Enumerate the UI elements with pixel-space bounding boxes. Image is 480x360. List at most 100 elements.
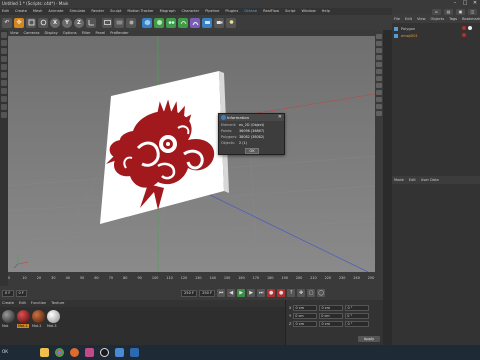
menu-motion-tracker[interactable]: Motion Tracker — [127, 8, 153, 15]
menu-window[interactable]: Window — [302, 8, 316, 15]
material-tag-icon[interactable] — [462, 26, 466, 30]
attribute-menu-mode[interactable]: Mode — [394, 176, 404, 184]
axis-z-button[interactable]: Z — [74, 17, 84, 28]
viewport-tool-icon[interactable] — [376, 83, 382, 88]
play-icon[interactable]: ▶ — [237, 289, 246, 297]
menu-mograph[interactable]: Mograph — [160, 8, 176, 15]
menu-create[interactable]: Create — [15, 8, 27, 15]
object-row[interactable]: Polygon — [394, 26, 415, 32]
scale-tool-icon[interactable] — [26, 17, 36, 28]
menu-octane[interactable]: Octane — [244, 8, 257, 15]
cinema4d-icon[interactable] — [100, 348, 109, 357]
previous-key-icon[interactable]: ◀ — [227, 289, 236, 297]
array-generator-icon[interactable] — [166, 17, 176, 28]
menu-sculpt[interactable]: Sculpt — [110, 8, 121, 15]
material-swatch[interactable] — [32, 310, 45, 323]
close-button[interactable]: ✕ — [472, 1, 478, 6]
material-swatch[interactable] — [2, 310, 15, 323]
light-icon[interactable] — [226, 17, 236, 28]
scale-key-icon[interactable]: ▢ — [307, 289, 316, 297]
go-to-start-icon[interactable]: ⏮ — [217, 289, 226, 297]
move-tool-icon[interactable]: ✥ — [14, 17, 24, 28]
material-menu-create[interactable]: Create — [2, 300, 14, 307]
viewport-tool-icon[interactable] — [376, 34, 382, 39]
viewport-tool-icon[interactable] — [376, 55, 382, 60]
object-menu-tags[interactable]: Tags — [449, 15, 457, 23]
object-menu-view[interactable]: View — [417, 15, 426, 23]
menu-simulate[interactable]: Simulate — [69, 8, 85, 15]
nurbs-icon[interactable] — [178, 17, 188, 28]
frame-start-field[interactable]: 0 F — [2, 289, 14, 297]
ok-button[interactable]: OK — [245, 148, 259, 154]
perspective-viewport[interactable] — [8, 36, 375, 272]
viewport-tool-icon[interactable] — [376, 69, 382, 74]
material-tag-icon[interactable] — [462, 33, 466, 37]
scene-icon[interactable] — [202, 17, 212, 28]
coord-rotation-field[interactable]: 0 ° — [345, 312, 370, 319]
viewport-tool-icon[interactable] — [376, 41, 382, 46]
app-icon[interactable] — [130, 348, 139, 357]
enable-axis-icon[interactable] — [1, 88, 7, 94]
cube-primitive-icon[interactable] — [142, 17, 152, 28]
rotate-tool-icon[interactable] — [38, 17, 48, 28]
menu-help[interactable]: Help — [322, 8, 330, 15]
frame-preview-start-field[interactable]: 0 F — [15, 289, 27, 297]
tweak-mode-icon[interactable] — [1, 96, 7, 102]
menu-mesh[interactable]: Mesh — [33, 8, 42, 15]
material-tag-icon[interactable] — [468, 26, 472, 30]
undo-icon[interactable]: ↶ — [2, 17, 12, 28]
viewport-tool-icon[interactable] — [376, 76, 382, 81]
frame-end-field[interactable]: 250 F — [199, 289, 216, 297]
lock-workplane-icon[interactable] — [1, 112, 7, 118]
coord-position-field[interactable]: 0 cm — [293, 304, 318, 311]
object-row[interactable]: emoji001 — [394, 33, 418, 39]
menu-pipeline[interactable]: Pipeline — [205, 8, 219, 15]
make-editable-icon[interactable] — [1, 32, 7, 38]
photos-icon[interactable] — [115, 348, 124, 357]
attribute-menu-user-data[interactable]: User Data — [421, 176, 439, 184]
render-picture-viewer-icon[interactable] — [114, 17, 124, 28]
object-menu-bookmarks[interactable]: Bookmarks — [462, 15, 480, 23]
position-key-icon[interactable]: ✥ — [297, 289, 306, 297]
next-key-icon[interactable]: ▶ — [247, 289, 256, 297]
material-swatch[interactable] — [17, 310, 30, 323]
camera-icon[interactable] — [214, 17, 224, 28]
deformer-icon[interactable] — [190, 17, 200, 28]
object-menu-edit[interactable]: Edit — [405, 15, 412, 23]
workplane-icon[interactable] — [1, 56, 7, 62]
rotation-key-icon[interactable]: ◯ — [317, 289, 326, 297]
edges-mode-icon[interactable] — [1, 72, 7, 78]
viewport-tool-icon[interactable] — [376, 62, 382, 67]
render-view-icon[interactable] — [102, 17, 112, 28]
menu-animate[interactable]: Animate — [48, 8, 63, 15]
snap-icon[interactable] — [1, 104, 7, 110]
render-settings-icon[interactable] — [126, 17, 136, 28]
coord-size-field[interactable]: 0 cm — [319, 320, 344, 327]
minimize-button[interactable]: – — [452, 1, 458, 6]
keyframe-selection-icon[interactable]: ? — [287, 289, 296, 297]
menu-script[interactable]: Script — [285, 8, 295, 15]
material-menu-texture[interactable]: Texture — [51, 300, 64, 307]
subdivision-surface-icon[interactable] — [154, 17, 164, 28]
maximize-button[interactable]: □ — [462, 1, 468, 6]
object-menu-objects[interactable]: Objects — [431, 15, 445, 23]
menu-character[interactable]: Character — [182, 8, 200, 15]
material-menu-function[interactable]: Function — [31, 300, 46, 307]
record-icon[interactable]: ● — [267, 289, 276, 297]
coord-rotation-field[interactable]: 0 ° — [345, 304, 370, 311]
viewport-tool-icon[interactable] — [376, 97, 382, 102]
go-to-end-icon[interactable]: ⏭ — [257, 289, 266, 297]
polygons-mode-icon[interactable] — [1, 80, 7, 86]
file-explorer-icon[interactable] — [40, 348, 49, 357]
menu-edit[interactable]: Edit — [2, 8, 9, 15]
material-swatch[interactable] — [47, 310, 60, 323]
coordinate-system-icon[interactable] — [86, 17, 96, 28]
apply-button[interactable]: Apply — [358, 336, 380, 342]
points-mode-icon[interactable] — [1, 64, 7, 70]
axis-x-button[interactable]: X — [50, 17, 60, 28]
chrome-icon[interactable] — [55, 348, 64, 357]
coord-size-field[interactable]: 0 cm — [319, 304, 344, 311]
timeline[interactable]: 0 10 20 30 40 50 60 70 80 90 100 110 120… — [8, 272, 383, 286]
attribute-menu-edit[interactable]: Edit — [409, 176, 416, 184]
coord-size-field[interactable]: 0 cm — [319, 312, 344, 319]
